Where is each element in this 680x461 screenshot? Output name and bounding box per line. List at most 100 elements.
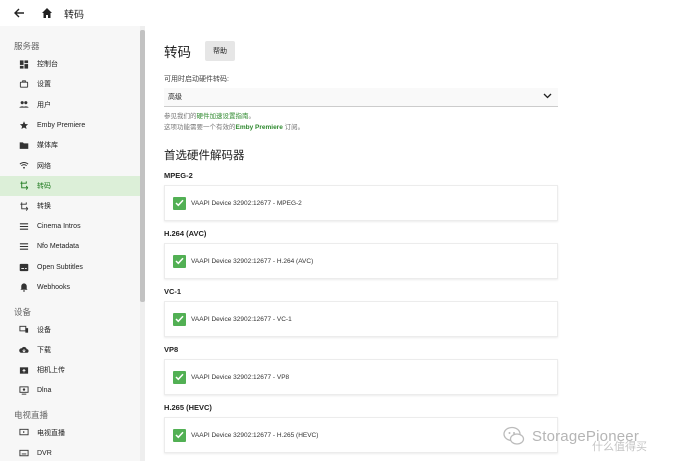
decoders-title: 首选硬件解码器 bbox=[164, 150, 245, 162]
sidebar-section-title: 电视直播 bbox=[14, 409, 49, 420]
hint1-suffix: 。 bbox=[248, 113, 256, 120]
sidebar-item-label: 媒体库 bbox=[37, 142, 58, 150]
check-icon[interactable] bbox=[173, 196, 186, 210]
star-icon bbox=[19, 120, 29, 130]
sidebar-item[interactable]: 设置 bbox=[0, 74, 140, 94]
sidebar-item-label: DVR bbox=[37, 449, 52, 457]
check-icon[interactable] bbox=[173, 370, 186, 384]
decoder-device-label: VAAPI Device 32902:12677 - VC-1 bbox=[191, 315, 292, 323]
watermark-sub: 什么值得买 bbox=[592, 441, 647, 453]
sidebar-item[interactable]: 下载 bbox=[0, 340, 140, 360]
sidebar-item[interactable]: 媒体库 bbox=[0, 135, 140, 155]
check-icon[interactable] bbox=[173, 312, 186, 326]
hw-transcode-value: 高级 bbox=[168, 94, 182, 101]
sidebar-item[interactable]: Webhooks bbox=[0, 277, 140, 297]
codec-name: H.265 (HEVC) bbox=[164, 403, 212, 412]
dashboard-icon bbox=[19, 59, 29, 69]
hint1-prefix: 参见我们的 bbox=[164, 113, 197, 120]
main-content: 转码 帮助 可用时启动硬件转码: 高级 参见我们的硬件加速设置指南。 这项功能需… bbox=[164, 26, 564, 453]
check-icon[interactable] bbox=[173, 428, 186, 442]
sidebar-item-label: 设置 bbox=[37, 81, 51, 89]
emby-premiere-link[interactable]: Emby Premiere bbox=[236, 124, 283, 131]
sidebar-item[interactable]: Cinema Intros bbox=[0, 216, 140, 236]
sidebar-item-label: 下载 bbox=[37, 347, 51, 354]
sidebar-section-title: 服务器 bbox=[14, 41, 40, 51]
sidebar-item[interactable]: Open Subtitles bbox=[0, 257, 140, 277]
check-icon[interactable] bbox=[173, 254, 186, 268]
sidebar-item-label: Open Subtitles bbox=[37, 263, 83, 271]
page-title: 转码 bbox=[164, 45, 191, 60]
sidebar-item[interactable]: 控制台 bbox=[0, 54, 140, 74]
sidebar-item-label: 设备 bbox=[37, 326, 51, 334]
hw-transcode-select[interactable]: 高级 bbox=[164, 88, 558, 107]
decoder-row: VAAPI Device 32902:12677 - VC-1 bbox=[164, 301, 558, 337]
decoder-group: H.264 (AVC) VAAPI Device 32902:12677 - H.… bbox=[164, 229, 564, 279]
codec-name: VP8 bbox=[164, 345, 179, 354]
download-icon bbox=[19, 345, 29, 355]
sidebar-item-label: Dlna bbox=[37, 387, 52, 395]
list-icon bbox=[19, 222, 29, 232]
chevron-down-icon bbox=[543, 93, 552, 101]
sidebar-item-label: 电视直播 bbox=[37, 429, 65, 437]
sidebar-item[interactable]: 设备 bbox=[0, 320, 140, 340]
decoder-row: VAAPI Device 32902:12677 - H.265 (HEVC) bbox=[164, 417, 558, 453]
decoder-group: VC-1 VAAPI Device 32902:12677 - VC-1 bbox=[164, 287, 564, 337]
sidebar: 服务器控制台设置用户 Emby Premiere 媒体库网络转码转换 Cinema I… bbox=[0, 26, 140, 461]
top-bar: 转码 bbox=[0, 0, 680, 26]
sidebar-item[interactable]: 电视直播 bbox=[0, 423, 140, 443]
wifi-icon bbox=[19, 161, 29, 171]
wechat-logo-icon bbox=[502, 424, 526, 448]
sidebar-item[interactable]: Dlna bbox=[0, 380, 140, 400]
sidebar-item[interactable]: 转换 bbox=[0, 196, 140, 216]
list-icon bbox=[19, 242, 29, 252]
sidebar-section-title: 设备 bbox=[14, 306, 32, 317]
bell-icon bbox=[19, 282, 29, 292]
sidebar-item[interactable]: Emby Premiere bbox=[0, 115, 140, 135]
sidebar-item-label: 用户 bbox=[37, 101, 51, 109]
decoder-row: VAAPI Device 32902:12677 - VP8 bbox=[164, 359, 558, 395]
arrow-left-icon[interactable] bbox=[10, 4, 28, 22]
codec-name: H.264 (AVC) bbox=[164, 229, 207, 238]
hw-guide-link[interactable]: 硬件加速设置指南 bbox=[197, 113, 249, 120]
header-title: 转码 bbox=[64, 9, 84, 21]
sidebar-item[interactable]: DVR bbox=[0, 443, 140, 461]
convert-icon bbox=[19, 201, 29, 211]
sidebar-item[interactable]: Nfo Metadata bbox=[0, 237, 140, 257]
decoder-device-label: VAAPI Device 32902:12677 - H.264 (AVC) bbox=[191, 257, 314, 265]
sidebar-item-label: Cinema Intros bbox=[37, 223, 81, 231]
sidebar-item[interactable]: 用户 bbox=[0, 95, 140, 115]
decoder-row: VAAPI Device 32902:12677 - H.264 (AVC) bbox=[164, 243, 558, 279]
codec-name: VC-1 bbox=[164, 287, 182, 296]
hint2-prefix: 这项功能需要一个有效的 bbox=[164, 124, 236, 131]
decoder-device-label: VAAPI Device 32902:12677 - MPEG-2 bbox=[191, 199, 302, 207]
settings-icon bbox=[19, 79, 29, 89]
decoder-list: MPEG-2 VAAPI Device 32902:12677 - MPEG-2 H… bbox=[164, 171, 564, 453]
decoder-row: VAAPI Device 32902:12677 - MPEG-2 bbox=[164, 185, 558, 221]
dvr-icon bbox=[19, 448, 29, 458]
sidebar-item[interactable]: 转码 bbox=[0, 175, 140, 197]
sidebar-item-label: 转码 bbox=[37, 182, 51, 190]
sidebar-item[interactable]: 相机上传 bbox=[0, 360, 140, 380]
sidebar-scrollbar-thumb[interactable] bbox=[140, 30, 145, 302]
sidebar-item-label: 相机上传 bbox=[37, 367, 65, 375]
hint-text: 参见我们的硬件加速设置指南。 这项功能需要一个有效的Emby Premiere … bbox=[164, 111, 564, 133]
subtitles-icon bbox=[19, 262, 29, 272]
sidebar-item-label: 网络 bbox=[37, 162, 51, 170]
decoder-device-label: VAAPI Device 32902:12677 - H.265 (HEVC) bbox=[191, 431, 319, 439]
hint2-suffix: 订阅。 bbox=[282, 124, 305, 131]
cast-icon bbox=[19, 386, 29, 396]
sidebar-item-label: Nfo Metadata bbox=[37, 243, 80, 251]
help-button[interactable]: 帮助 bbox=[205, 41, 235, 61]
sidebar-item[interactable]: 网络 bbox=[0, 155, 140, 175]
sidebar-item-label: 转换 bbox=[37, 203, 51, 211]
users-icon bbox=[19, 100, 29, 110]
sidebar-item-label: Webhooks bbox=[37, 283, 70, 291]
transcode-icon bbox=[19, 181, 29, 191]
sidebar-item-label: 控制台 bbox=[37, 61, 58, 69]
codec-name: MPEG-2 bbox=[164, 171, 193, 180]
camera-upload-icon bbox=[19, 365, 29, 375]
decoder-group: VP8 VAAPI Device 32902:12677 - VP8 bbox=[164, 345, 564, 395]
decoder-group: MPEG-2 VAAPI Device 32902:12677 - MPEG-2 bbox=[164, 171, 564, 221]
devices-icon bbox=[19, 325, 29, 335]
home-icon[interactable] bbox=[38, 4, 56, 22]
